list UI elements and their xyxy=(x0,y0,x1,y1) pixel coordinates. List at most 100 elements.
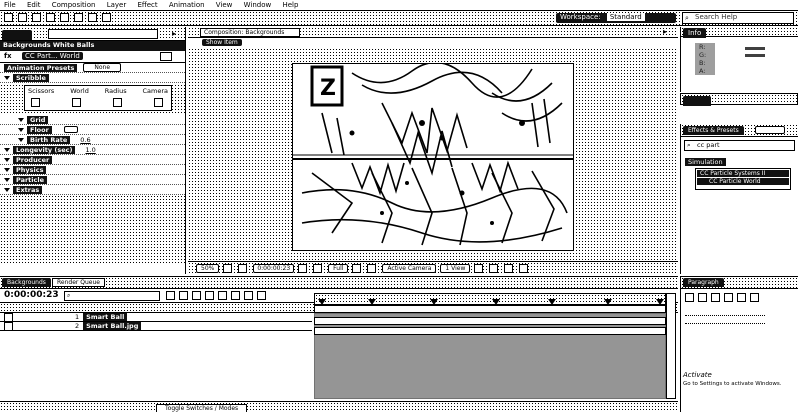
timeline-icon[interactable] xyxy=(489,263,499,273)
world-icon[interactable] xyxy=(72,98,81,107)
align-right-icon[interactable] xyxy=(711,293,720,302)
layer-1-name[interactable]: Smart Ball xyxy=(83,313,128,321)
layer-2-name[interactable]: Smart Ball.jpg xyxy=(83,322,142,330)
timeline-timecode[interactable]: 0:00:00:23 xyxy=(4,290,59,300)
indent-row[interactable] xyxy=(685,308,765,316)
menu-window[interactable]: Window xyxy=(244,1,272,9)
work-area-bar[interactable] xyxy=(314,305,666,313)
floor-dropdown[interactable] xyxy=(63,126,78,133)
layer-1-bar[interactable] xyxy=(314,317,666,325)
align-center-icon[interactable] xyxy=(698,293,707,302)
reset-link[interactable] xyxy=(160,52,172,61)
pen-tool-icon[interactable] xyxy=(88,13,97,22)
text-tool-icon[interactable] xyxy=(102,13,111,22)
motion-blur-icon[interactable] xyxy=(218,291,227,300)
comp-mini-flowchart-icon[interactable] xyxy=(166,291,175,300)
layout-dropdown[interactable]: 1 View xyxy=(440,263,471,273)
menu-effect[interactable]: Effect xyxy=(137,1,157,9)
menu-help[interactable]: Help xyxy=(282,1,298,9)
snapshot-camera-icon[interactable] xyxy=(298,263,308,273)
effects-presets-tab[interactable]: Effects & Presets xyxy=(683,126,744,135)
time-marker[interactable] xyxy=(430,299,438,305)
zoom-dropdown[interactable]: 50% xyxy=(196,263,220,273)
time-marker[interactable] xyxy=(548,299,556,305)
visibility-eye-icon[interactable] xyxy=(4,321,13,331)
frame-blending-icon[interactable] xyxy=(205,291,214,300)
justify-center-icon[interactable] xyxy=(737,293,746,302)
workspace-selector[interactable]: Workspace: Standard xyxy=(556,13,676,23)
brainstorm-icon[interactable] xyxy=(244,291,253,300)
mask-toggle-icon[interactable] xyxy=(238,263,248,273)
exposure-icon[interactable] xyxy=(519,263,529,273)
justify-left-icon[interactable] xyxy=(724,293,733,302)
flowchart-icon[interactable] xyxy=(504,263,514,273)
effect-name-label[interactable]: CC Part... World xyxy=(22,52,83,60)
expand-arrow-icon[interactable] xyxy=(4,167,10,172)
resolution-dropdown[interactable]: Full xyxy=(328,263,349,273)
menu-animation[interactable]: Animation xyxy=(169,1,205,9)
layer-track-area[interactable] xyxy=(314,313,666,399)
time-ruler[interactable] xyxy=(314,293,666,305)
composition-canvas[interactable]: Z xyxy=(292,63,574,251)
expand-arrow-icon[interactable] xyxy=(4,157,10,162)
camera-tool-icon[interactable] xyxy=(60,13,69,22)
camera-icon[interactable] xyxy=(154,98,163,107)
timeline-scrollbar[interactable] xyxy=(666,293,676,399)
effect-item-cc-particle-world[interactable]: CC Particle World xyxy=(697,178,789,185)
search-help-field[interactable]: ⌕ Search Help xyxy=(682,12,794,24)
time-marker[interactable] xyxy=(368,299,376,305)
expand-arrow-icon[interactable] xyxy=(18,127,24,132)
effects-search-field[interactable]: ⌕ cc part xyxy=(684,140,795,151)
panel-menu-icon[interactable]: ▸ xyxy=(172,29,176,38)
menu-file[interactable]: File xyxy=(4,1,16,9)
rotate-tool-icon[interactable] xyxy=(46,13,55,22)
radius-icon[interactable] xyxy=(113,98,122,107)
expand-arrow-icon[interactable] xyxy=(18,117,24,122)
time-marker[interactable] xyxy=(492,299,500,305)
layer-row-1[interactable]: 1 Smart Ball xyxy=(0,312,312,322)
timeline-search-field[interactable]: ⌕ xyxy=(64,291,160,301)
visibility-eye-icon[interactable] xyxy=(4,312,13,322)
time-marker[interactable] xyxy=(318,299,326,305)
expand-arrow-icon[interactable] xyxy=(4,177,10,182)
effect-controls-layer-dropdown[interactable] xyxy=(48,29,158,39)
menu-composition[interactable]: Composition xyxy=(52,1,96,9)
view-dropdown[interactable]: Active Camera xyxy=(382,263,437,273)
pan-tool-icon[interactable] xyxy=(74,13,83,22)
expand-arrow-icon[interactable] xyxy=(4,187,10,192)
project-tab[interactable] xyxy=(2,30,32,40)
menu-edit[interactable]: Edit xyxy=(27,1,41,9)
hand-tool-icon[interactable] xyxy=(18,13,27,22)
zoom-tool-icon[interactable] xyxy=(32,13,41,22)
birth-rate-value[interactable]: 0.6 xyxy=(80,136,90,144)
expand-arrow-icon[interactable] xyxy=(18,137,24,142)
layer-row-2[interactable]: 2 Smart Ball.jpg xyxy=(0,321,312,331)
composition-tab[interactable]: Composition: Backgrounds xyxy=(200,28,300,37)
scissors-icon[interactable] xyxy=(31,98,40,107)
region-of-interest-icon[interactable] xyxy=(352,263,362,273)
timeline-comp-tab[interactable]: Backgrounds xyxy=(2,278,51,287)
hide-shy-layers-icon[interactable] xyxy=(192,291,201,300)
expand-arrow-icon[interactable] xyxy=(4,147,10,152)
fx-icon[interactable]: fx xyxy=(4,52,12,60)
menu-layer[interactable]: Layer xyxy=(107,1,127,9)
toggle-switches-modes-button[interactable]: Toggle Switches / Modes xyxy=(156,404,248,412)
time-marker[interactable] xyxy=(656,299,664,305)
graph-editor-icon[interactable] xyxy=(231,291,240,300)
layer-2-bar[interactable] xyxy=(314,327,666,335)
selection-tool-icon[interactable] xyxy=(4,13,13,22)
expand-arrow-icon[interactable] xyxy=(4,75,10,80)
align-left-icon[interactable] xyxy=(685,293,694,302)
longevity-value[interactable]: 1.0 xyxy=(85,146,95,154)
show-channel-icon[interactable] xyxy=(313,263,323,273)
fast-preview-icon[interactable] xyxy=(474,263,484,273)
justify-all-icon[interactable] xyxy=(750,293,759,302)
space-row[interactable] xyxy=(685,316,765,324)
effect-item-cc-particle-systems[interactable]: CC Particle Systems II xyxy=(697,170,789,177)
animation-presets-dropdown[interactable]: None xyxy=(83,63,122,72)
auto-keyframe-icon[interactable] xyxy=(257,291,266,300)
render-queue-tab[interactable]: Render Queue xyxy=(52,278,105,287)
grid-toggle-icon[interactable] xyxy=(223,263,233,273)
composition-panel-menu-icon[interactable]: ▸ xyxy=(663,27,667,36)
effects-presets-options[interactable] xyxy=(755,126,785,134)
